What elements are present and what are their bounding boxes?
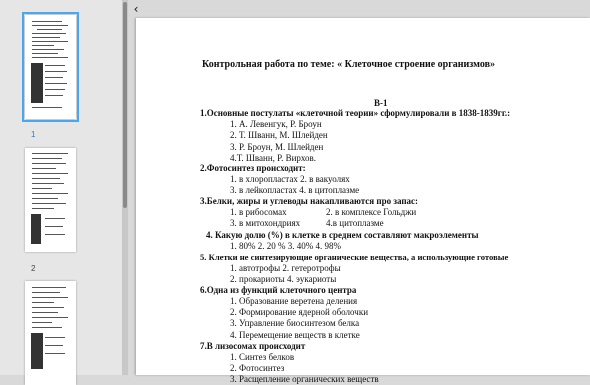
variant-label: В-1 [374,98,388,108]
thumbnail-number-2: 2 [31,264,36,273]
thumbnail-scrollbar-thumb[interactable] [123,2,127,208]
answer-line: 1. автотрофы 2. гетеротрофы [230,263,341,273]
answer-line: 4. Перемещение веществ в клетке [230,330,360,340]
collapse-sidebar-icon[interactable]: ‹ [130,2,142,16]
question-1: 1.Основные постулаты «клеточной теории» … [200,108,511,118]
answer-line: 3. в лейкопластах 4. в цитоплазме [230,185,360,195]
answer-line: 1. Синтез белков [230,352,295,362]
thumbnail-scrollbar[interactable] [122,0,128,375]
answer-line: 1. Образование веретена деления [230,296,358,306]
question-6: 6.Одна из функций клеточного центра [200,285,357,295]
document-page: Контрольная работа по теме: « Клеточное … [136,18,590,385]
answer-line: 3. Р. Броун, М. Шлейден [230,142,324,152]
answer-line: 2. Фотосинтез [230,363,285,373]
answer-line: 3. Расщепление органических веществ [230,374,379,384]
answer-line: 4.Т. Шванн, Р. Вирхов. [230,153,317,163]
answer-line: 3. Управление биосинтезом белка [230,318,360,328]
page-thumbnail-2[interactable] [25,148,76,252]
question-7: 7.В лизосомах происходит [200,341,306,351]
page-thumbnail-3[interactable] [25,281,76,385]
answer-line: 1. А. Левенгук, Р. Броун [230,119,322,129]
answer-line: 4.в цитоплазме [326,218,384,228]
question-4: 4. Какую долю (%) в клетке в среднем сос… [206,230,479,240]
question-2: 2.Фотосинтез происходит: [200,163,306,173]
answer-line: 2. Формирование ядерной оболочки [230,307,369,317]
answer-line: 2. в комплексе Гольджи [326,207,417,217]
question-5: 5. Клетки не синтезирующие органические … [200,252,509,262]
question-3: 3.Белки, жиры и углеводы накапливаются п… [200,196,419,206]
answer-line: 1. в хлоропластах 2. в вакуолях [230,174,350,184]
answer-line: 2. Т. Шванн, М. Шлейден [230,130,328,140]
thumbnail-number-1: 1 [31,130,36,139]
answer-line: 1. 80% 2. 20 % 3. 40% 4. 98% [230,241,341,251]
answer-line: 3. в митохондриях [230,218,301,228]
document-content: Контрольная работа по теме: « Клеточное … [136,18,590,385]
page-thumbnail-1[interactable] [22,12,79,122]
thumbnail-panel: 1 2 [0,0,122,385]
answer-line: 1. в рибосомах [230,207,287,217]
document-title: Контрольная работа по теме: « Клеточное … [202,59,496,70]
answer-line: 2. прокариоты 4. эукариоты [230,274,337,284]
